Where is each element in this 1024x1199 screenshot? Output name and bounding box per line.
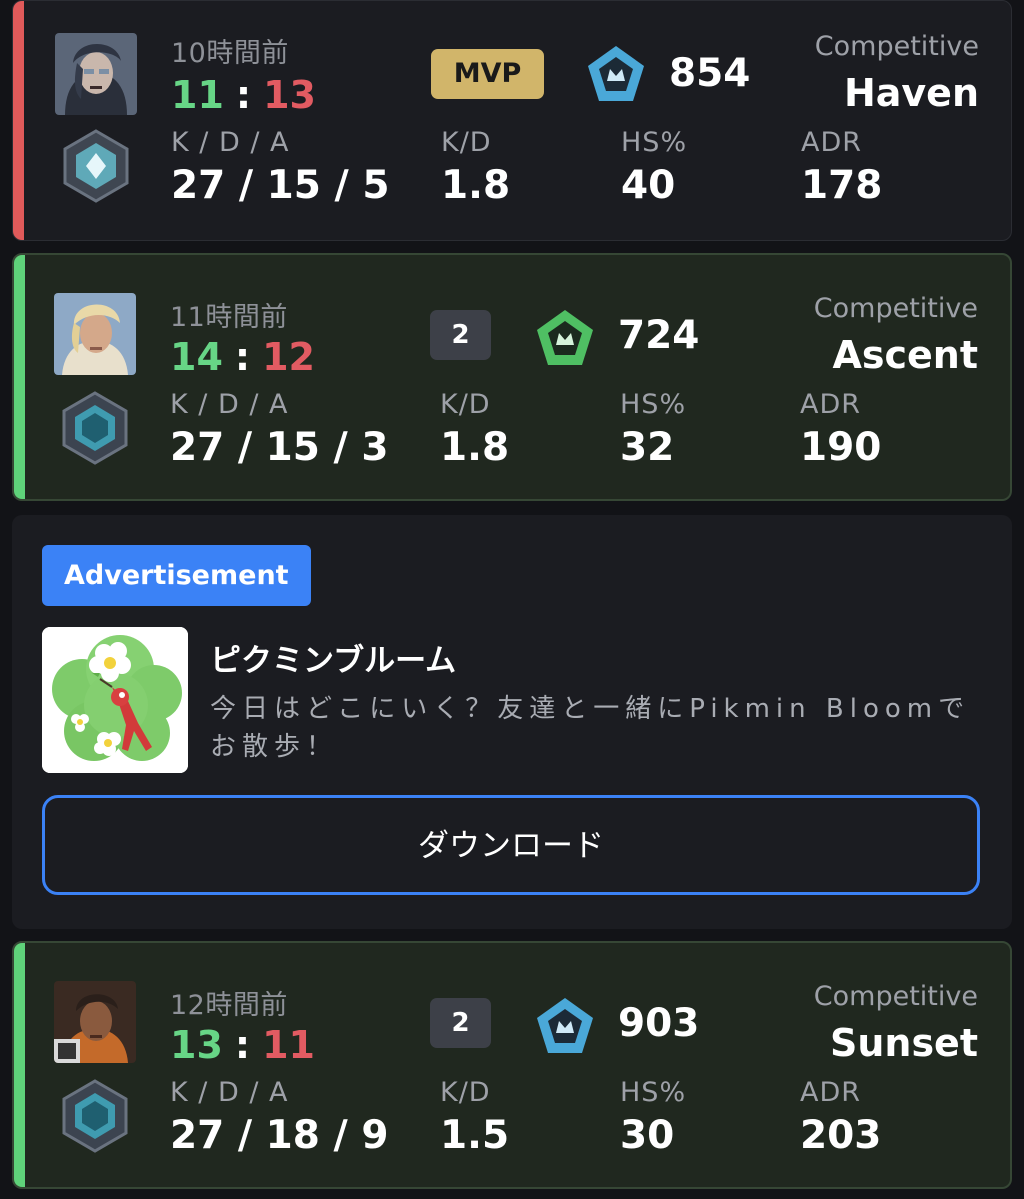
agent-portrait-icon <box>54 981 136 1063</box>
hs-value: 32 <box>620 425 675 470</box>
match-card[interactable]: 11時間前 14:12 2 724 Competitive Ascent K /… <box>12 253 1012 501</box>
kda-value: 27 / 18 / 9 <box>170 1113 389 1158</box>
mvp-badge: MVP <box>431 49 544 99</box>
result-indicator <box>13 1 24 240</box>
rank-emblem-icon <box>54 387 136 469</box>
match-score: 11:13 <box>171 73 316 117</box>
match-score: 14:12 <box>170 335 315 379</box>
adr-label: ADR <box>801 127 863 158</box>
adr-label: ADR <box>800 1077 862 1108</box>
advertisement-badge: Advertisement <box>42 545 311 606</box>
adr-label: ADR <box>800 389 862 420</box>
game-mode: Competitive <box>813 981 978 1012</box>
result-indicator <box>14 943 25 1187</box>
match-card[interactable]: 10時間前 11:13 MVP 854 Competitive Haven K … <box>12 0 1012 241</box>
kda-value: 27 / 15 / 3 <box>170 425 389 470</box>
enemy-score: 13 <box>263 73 316 117</box>
team-score: 14 <box>170 335 223 379</box>
hs-label: HS% <box>621 127 688 158</box>
game-mode: Competitive <box>813 293 978 324</box>
score-separator: : <box>234 1023 251 1067</box>
advertisement-card[interactable]: Advertisement ピクミンブルーム 今日はどこにいく？友達と一緒にPi… <box>12 515 1012 929</box>
agent-portrait-icon <box>54 293 136 375</box>
hs-label: HS% <box>620 1077 687 1108</box>
adr-value: 203 <box>800 1113 882 1158</box>
pentagon-rank-icon <box>585 43 647 109</box>
match-time: 10時間前 <box>171 38 289 69</box>
map-name: Haven <box>843 71 979 115</box>
score-separator: : <box>234 335 251 379</box>
hs-value: 30 <box>620 1113 675 1158</box>
rank-emblem-icon <box>54 1075 136 1157</box>
kd-value: 1.8 <box>440 425 510 470</box>
adr-value: 178 <box>801 163 883 208</box>
hs-label: HS% <box>620 389 687 420</box>
enemy-score: 11 <box>262 1023 315 1067</box>
kd-label: K/D <box>440 1077 491 1108</box>
team-score: 13 <box>170 1023 223 1067</box>
agent-portrait-icon <box>55 33 137 115</box>
game-mode: Competitive <box>814 31 979 62</box>
match-score: 13:11 <box>170 1023 315 1067</box>
rank-emblem-icon <box>55 125 137 207</box>
score-separator: : <box>235 73 252 117</box>
kd-value: 1.8 <box>441 163 511 208</box>
map-name: Sunset <box>829 1021 978 1065</box>
hs-value: 40 <box>621 163 676 208</box>
download-button[interactable]: ダウンロード <box>42 795 980 895</box>
ad-title: ピクミンブルーム <box>210 643 457 679</box>
match-time: 11時間前 <box>170 302 288 333</box>
kda-label: K / D / A <box>170 389 289 420</box>
placement-badge: 2 <box>430 998 491 1048</box>
kd-label: K/D <box>441 127 492 158</box>
kd-label: K/D <box>440 389 491 420</box>
pikmin-bloom-app-icon[interactable] <box>42 627 188 773</box>
team-score: 11 <box>171 73 224 117</box>
adr-value: 190 <box>800 425 882 470</box>
kd-value: 1.5 <box>440 1113 510 1158</box>
enemy-score: 12 <box>262 335 315 379</box>
pentagon-rank-icon <box>534 995 596 1061</box>
pentagon-rank-icon <box>534 307 596 373</box>
match-time: 12時間前 <box>170 990 288 1021</box>
kda-label: K / D / A <box>170 1077 289 1108</box>
ad-description: 今日はどこにいく？友達と一緒にPikmin Bloomでお散歩！ <box>210 694 971 762</box>
placement-badge: 2 <box>430 310 491 360</box>
result-indicator <box>14 255 25 499</box>
map-name: Ascent <box>832 333 978 377</box>
kda-value: 27 / 15 / 5 <box>171 163 390 208</box>
kda-label: K / D / A <box>171 127 290 158</box>
match-card[interactable]: 12時間前 13:11 2 903 Competitive Sunset K /… <box>12 941 1012 1189</box>
